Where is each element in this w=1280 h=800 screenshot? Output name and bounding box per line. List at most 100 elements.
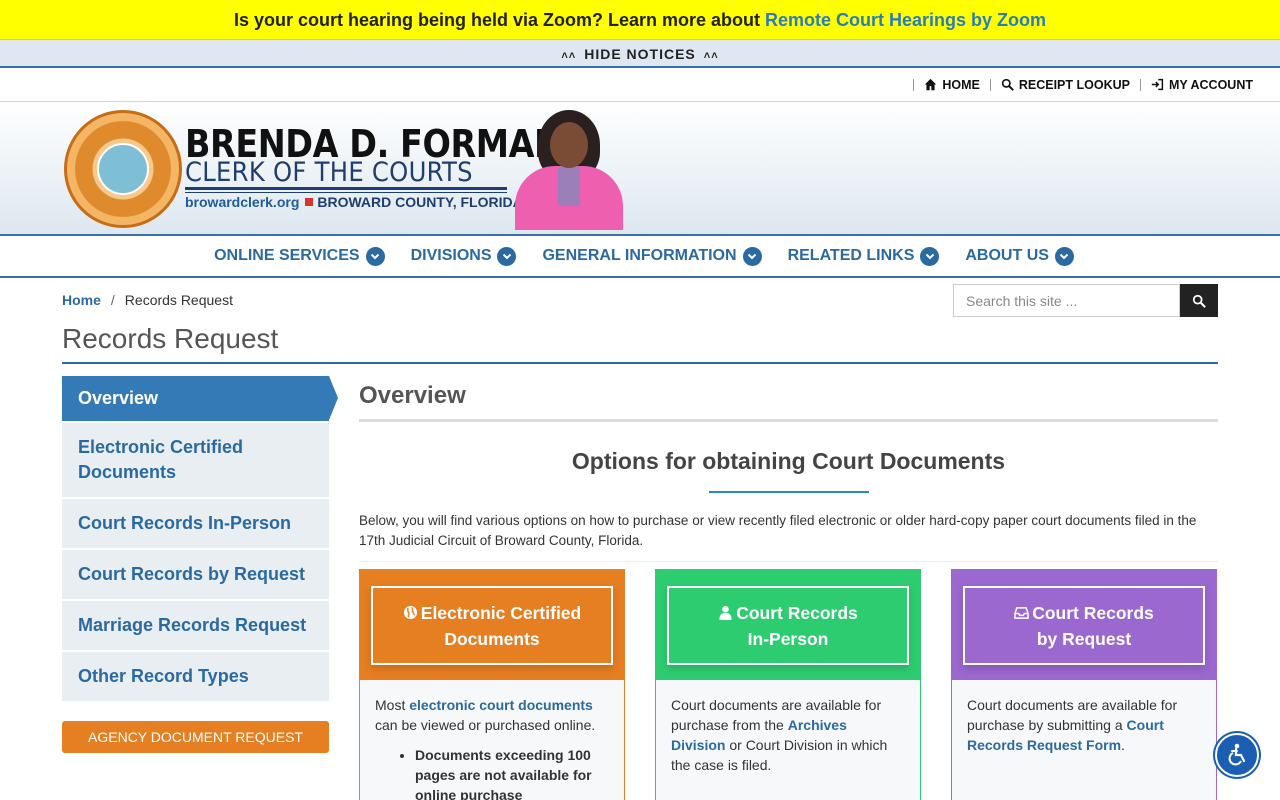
my-account-link[interactable]: MY ACCOUNT [1151, 78, 1253, 92]
card-by-request: Court Records by Request Court documents… [951, 569, 1217, 800]
sidebar-item-other[interactable]: Other Record Types [62, 652, 329, 701]
receipt-lookup-link[interactable]: RECEIPT LOOKUP [1001, 78, 1130, 92]
card-text: Most [375, 697, 410, 713]
page-title: Records Request [62, 323, 279, 354]
card-bullet: Documents exceeding 100 pages are not av… [415, 745, 609, 800]
card-title-line2: by Request [1036, 628, 1132, 649]
card-header: Court Records by Request [952, 570, 1216, 680]
card-title-line1: Court Records [1032, 602, 1154, 623]
sidebar-nav: Overview Electronic Certified Documents … [62, 376, 338, 703]
card-in-person: Court Records In-Person Court documents … [655, 569, 921, 800]
search-button[interactable] [1180, 284, 1218, 317]
in-person-button[interactable]: Court Records In-Person [667, 586, 909, 665]
sidebar-item-overview[interactable]: Overview [62, 376, 338, 421]
chevron-down-icon [1054, 246, 1074, 266]
breadcrumb-current: Records Request [124, 292, 233, 308]
brand-rule [185, 187, 507, 190]
chevron-up-icon: ˄˄ [703, 50, 719, 62]
main-nav: ONLINE SERVICES DIVISIONS GENERAL INFORM… [0, 236, 1280, 278]
nav-label: ABOUT US [965, 247, 1049, 264]
receipt-lookup-label: RECEIPT LOOKUP [1018, 77, 1130, 92]
brand-site: browardclerk.org [185, 194, 300, 210]
hide-notices-label: HIDE NOTICES [584, 46, 696, 62]
nav-label: RELATED LINKS [787, 247, 915, 264]
chevron-down-icon [365, 246, 385, 266]
nav-label: GENERAL INFORMATION [542, 247, 737, 264]
electronic-certified-button[interactable]: Electronic Certified Documents [371, 586, 613, 665]
card-text: can be viewed or purchased online. [375, 717, 596, 733]
home-label: HOME [942, 77, 980, 92]
card-header: Court Records In-Person [656, 570, 920, 680]
brand-site-line: browardclerk.org BROWARD COUNTY, FLORIDA [185, 194, 523, 210]
brand-county: BROWARD COUNTY, FLORIDA [317, 194, 523, 210]
divider [913, 78, 915, 91]
title-divider [62, 362, 1218, 364]
breadcrumb: Home / Records Request [62, 292, 233, 308]
by-request-button[interactable]: Court Records by Request [963, 586, 1205, 665]
card-bullets: Documents exceeding 100 pages are not av… [375, 745, 609, 800]
seal-center [97, 143, 149, 195]
sidebar-item-electronic-certified[interactable]: Electronic Certified Documents [62, 423, 329, 497]
options-title: Options for obtaining Court Documents [571, 448, 1006, 474]
sidebar-item-by-request[interactable]: Court Records by Request [62, 550, 329, 599]
card-title-line2: Documents [444, 628, 540, 649]
card-body: Court documents are available for purcha… [656, 680, 920, 775]
portrait-face [550, 122, 588, 168]
red-square-icon [305, 198, 314, 206]
breadcrumb-separator: / [110, 292, 115, 308]
portrait-scarf [558, 166, 580, 206]
sign-in-icon [1151, 78, 1164, 91]
hide-notices-toggle[interactable]: ˄˄ HIDE NOTICES ˄˄ [0, 40, 1280, 68]
accessibility-button[interactable] [1215, 733, 1259, 777]
brand-rule [185, 192, 507, 193]
divider [989, 78, 991, 91]
card-electronic-certified: Electronic Certified Documents Most elec… [359, 569, 625, 800]
divider [1139, 78, 1141, 91]
nav-label: ONLINE SERVICES [214, 247, 360, 264]
search-icon [1192, 294, 1206, 308]
home-link[interactable]: HOME [924, 78, 980, 92]
notice-text: Is your court hearing being held via Zoo… [233, 10, 766, 30]
card-header: Electronic Certified Documents [360, 570, 624, 680]
card-body: Court documents are available for purcha… [952, 680, 1216, 755]
inbox-icon [1014, 606, 1030, 619]
sidebar-item-in-person[interactable]: Court Records In-Person [62, 499, 329, 548]
nav-general-information[interactable]: GENERAL INFORMATION [542, 246, 762, 266]
nav-label: DIVISIONS [410, 247, 492, 264]
zoom-hearings-link[interactable]: Remote Court Hearings by Zoom [765, 10, 1046, 30]
electronic-documents-link[interactable]: electronic court documents [409, 697, 593, 713]
card-text: . [1121, 737, 1125, 753]
options-divider [708, 491, 869, 493]
breadcrumb-home[interactable]: Home [62, 292, 101, 308]
option-cards: Electronic Certified Documents Most elec… [359, 569, 1218, 800]
site-header: BRENDA D. FORMAN CLERK OF THE COURTS bro… [0, 102, 1280, 236]
chevron-down-icon [497, 246, 517, 266]
main-content: Overview Options for obtaining Court Doc… [359, 376, 1218, 800]
accessibility-icon [1228, 743, 1246, 766]
my-account-label: MY ACCOUNT [1168, 77, 1253, 92]
card-body: Most electronic court documents can be v… [360, 680, 624, 800]
clerk-seal-logo[interactable] [64, 110, 182, 228]
intro-text: Below, you will find various options on … [359, 511, 1218, 562]
sidebar-item-marriage[interactable]: Marriage Records Request [62, 601, 329, 650]
chevron-down-icon [742, 246, 762, 266]
nav-related-links[interactable]: RELATED LINKS [787, 246, 940, 266]
card-title-line1: Electronic Certified [420, 602, 582, 623]
card-text: Court documents are available for purcha… [671, 697, 882, 733]
nav-online-services[interactable]: ONLINE SERVICES [214, 246, 385, 266]
site-search [953, 284, 1218, 317]
search-input[interactable] [953, 284, 1180, 317]
user-icon [719, 605, 732, 620]
notice-bar: Is your court hearing being held via Zoo… [0, 0, 1280, 40]
nav-about-us[interactable]: ABOUT US [965, 246, 1074, 266]
globe-icon [403, 605, 417, 619]
brand-subtitle: CLERK OF THE COURTS [185, 157, 473, 188]
agency-document-request-button[interactable]: AGENCY DOCUMENT REQUEST [62, 721, 329, 753]
utility-bar: HOME RECEIPT LOOKUP MY ACCOUNT [0, 68, 1280, 102]
section-title: Overview [359, 376, 1218, 422]
nav-divisions[interactable]: DIVISIONS [410, 246, 517, 266]
card-title-line2: In-Person [747, 628, 829, 649]
search-icon [1001, 78, 1014, 91]
card-title-line1: Court Records [736, 602, 858, 623]
chevron-up-icon: ˄˄ [561, 50, 577, 62]
